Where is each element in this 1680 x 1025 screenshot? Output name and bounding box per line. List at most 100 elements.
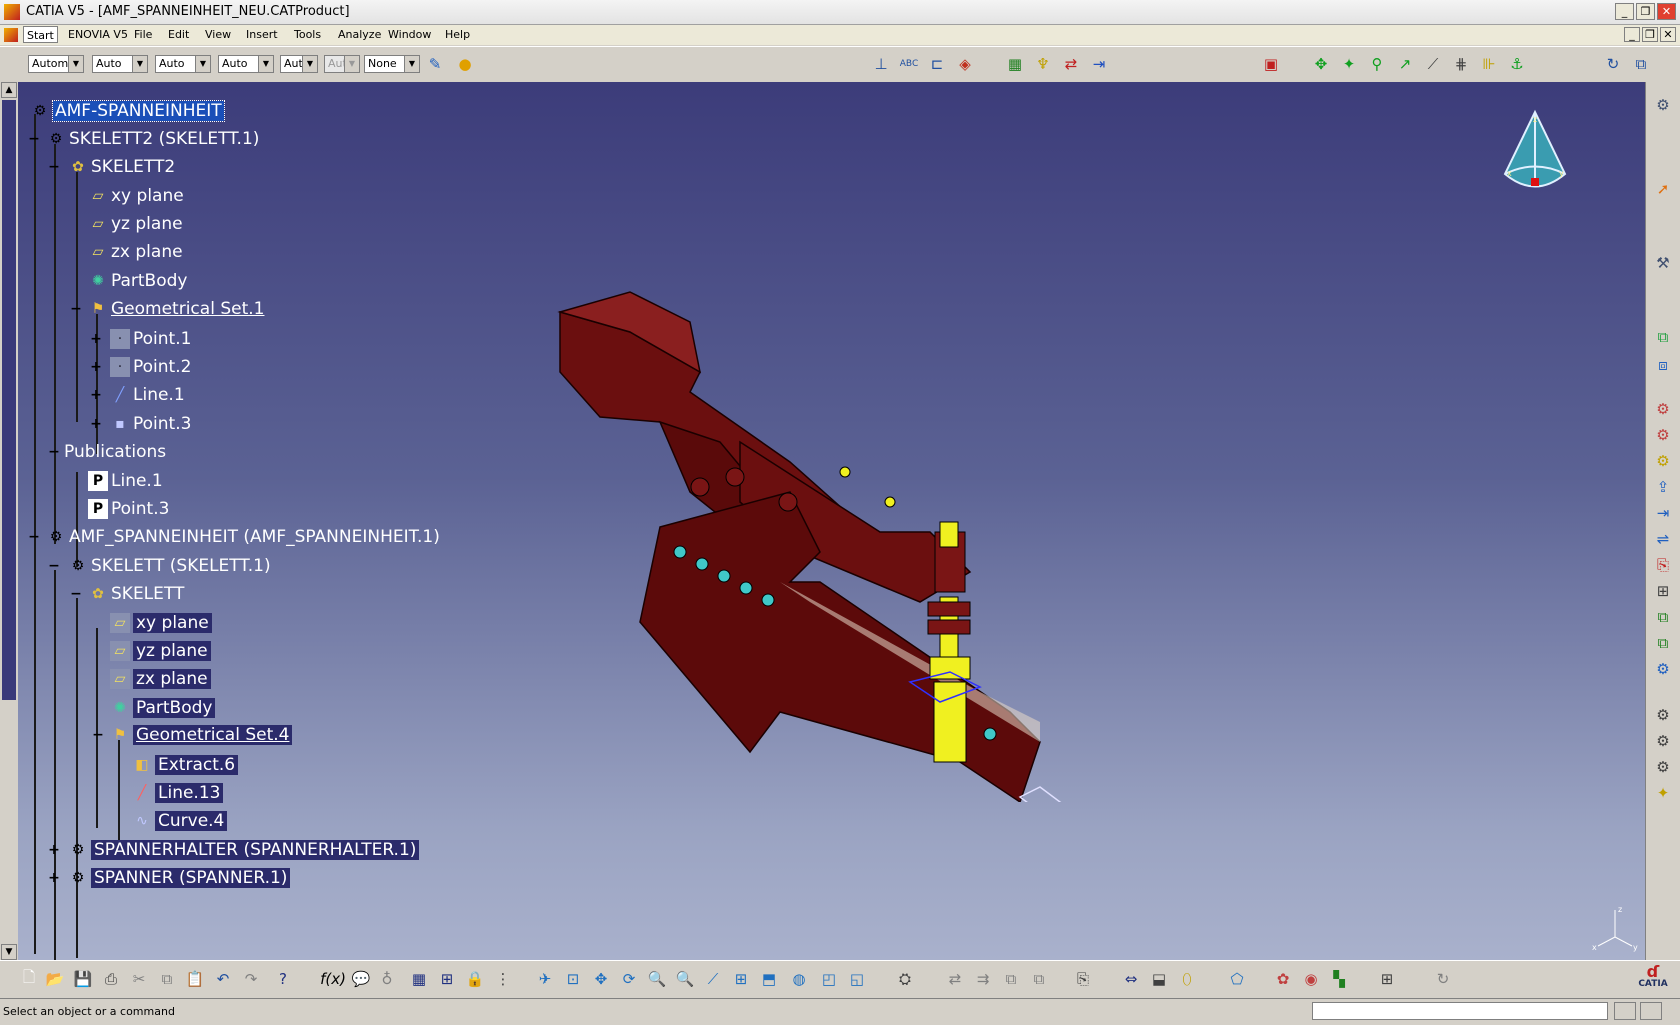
update-icon[interactable]: ↻	[1602, 53, 1624, 75]
status-button2-icon[interactable]	[1640, 1002, 1662, 1020]
explode-view-icon[interactable]: ⎘	[1072, 968, 1094, 990]
print-icon[interactable]: ⎙	[100, 968, 122, 990]
scroll-up-icon[interactable]: ▲	[1, 82, 17, 98]
open-icon[interactable]: 📂	[44, 968, 66, 990]
navigation-compass[interactable]: x y z	[1495, 104, 1575, 214]
formula-icon[interactable]: f(x)	[320, 968, 346, 990]
tree-node[interactable]: ✺ PartBody	[110, 697, 216, 719]
color-combo[interactable]: Automa ▼	[28, 55, 84, 73]
selective-load-icon[interactable]: ⇌	[1652, 528, 1674, 550]
tree-node[interactable]: ▱ zx plane	[110, 668, 211, 690]
copy-icon[interactable]: ⧉	[156, 968, 178, 990]
distance-icon[interactable]: ⇥	[1088, 53, 1110, 75]
point-type-combo[interactable]: Aut ▼	[280, 55, 318, 73]
tree-node[interactable]: ◧ Extract.6	[132, 754, 239, 776]
tree-node[interactable]: P Point.3	[88, 498, 169, 520]
fast-instantiation-icon[interactable]: ⧉	[1652, 606, 1674, 628]
power-input-field[interactable]	[1312, 1002, 1608, 1020]
eraser-icon[interactable]: ⬠	[1226, 968, 1248, 990]
line-thickness-combo[interactable]: Auto ▼	[155, 55, 211, 73]
clamp-3d-model[interactable]	[540, 242, 1100, 802]
simulation-icon[interactable]: ⛭	[894, 968, 916, 990]
snap-move-icon[interactable]: ✦	[1338, 53, 1360, 75]
fit-all-icon[interactable]: ⊡	[562, 968, 584, 990]
scroll-down-icon[interactable]: ▼	[1, 944, 17, 960]
constraint-offset-icon[interactable]: ⊪	[1478, 53, 1500, 75]
menu-start[interactable]: Start	[23, 26, 58, 43]
format-painter-icon[interactable]: ✎	[424, 53, 446, 75]
manipulate-icon[interactable]: ✥	[1310, 53, 1332, 75]
tree-node[interactable]: ⚙ AMF_SPANNEINHEIT (AMF_SPANNEINHEIT.1)	[46, 526, 440, 548]
expand-icon[interactable]: +	[90, 417, 102, 431]
restore-button[interactable]: ❐	[1636, 3, 1655, 20]
grid-snap-icon[interactable]: ⊞	[1376, 968, 1398, 990]
generate-numbering-icon[interactable]: ⇥	[1652, 502, 1674, 524]
comment-icon[interactable]: 💬	[350, 968, 372, 990]
tree-node[interactable]: ∿ Curve.4	[132, 810, 228, 832]
scroll-thumb[interactable]	[2, 100, 16, 700]
undo-icon[interactable]: ↶	[212, 968, 234, 990]
graph-tree-icon[interactable]: ⇪	[1652, 476, 1674, 498]
graphic-properties-icon[interactable]: ●	[454, 53, 476, 75]
replace-component-icon[interactable]: ⚙	[1652, 450, 1674, 472]
line-type-combo[interactable]: Auto ▼	[218, 55, 274, 73]
tree-node[interactable]: ▱ yz plane	[88, 213, 183, 235]
section-icon[interactable]: ⚙	[1652, 756, 1674, 778]
collapse-icon[interactable]: −	[48, 160, 60, 174]
menu-view[interactable]: View	[205, 28, 231, 41]
axis-system-icon[interactable]: ⊥	[870, 53, 892, 75]
collapse-icon[interactable]: −	[70, 302, 82, 316]
fly-mode-icon[interactable]: ✈	[534, 968, 556, 990]
transparency-combo[interactable]: Auto ▼	[92, 55, 148, 73]
pan-icon[interactable]: ✥	[590, 968, 612, 990]
tree-node[interactable]: ✿ SKELETT2	[68, 156, 175, 178]
flag-note-icon[interactable]: ⊏	[926, 53, 948, 75]
tree-node[interactable]: ▱ zx plane	[88, 241, 183, 263]
constraint-icon[interactable]: ♆	[1032, 53, 1054, 75]
tree-node[interactable]: ⚑ Geometrical Set.4	[110, 724, 293, 746]
collapse-icon[interactable]: −	[28, 132, 40, 146]
3d-annotation-icon[interactable]: ◈	[954, 53, 976, 75]
apply-material-icon[interactable]: ▚	[1328, 968, 1350, 990]
tree-node[interactable]: ⚙ SKELETT (SKELETT.1)	[68, 555, 271, 577]
cut-icon[interactable]: ✂	[128, 968, 150, 990]
grid-icon[interactable]: ▦	[1004, 53, 1026, 75]
tree-node[interactable]: ✿ SKELETT	[88, 583, 184, 605]
hide-show-icon[interactable]: ◰	[818, 968, 840, 990]
expand-icon[interactable]: +	[90, 332, 102, 346]
new-product-icon[interactable]: ⚙	[1652, 398, 1674, 420]
tree-node[interactable]: ▱ yz plane	[110, 640, 211, 662]
collapse-icon[interactable]: −	[28, 530, 40, 544]
constraint-contact-icon[interactable]: ⋕	[1450, 53, 1472, 75]
menu-edit[interactable]: Edit	[168, 28, 189, 41]
collapse-icon[interactable]: −	[48, 445, 60, 459]
tree-node[interactable]: ▪ Point.3	[110, 413, 191, 435]
constraint-coincidence-icon[interactable]: ⟋	[1422, 53, 1444, 75]
tree-node[interactable]: · Point.1	[110, 328, 191, 350]
product-structure-icon[interactable]: ⧉	[1630, 53, 1652, 75]
gear-icon[interactable]: ⚙	[1652, 94, 1674, 116]
refresh-icon[interactable]: ↻	[1432, 968, 1454, 990]
doc-minimize-button[interactable]: _	[1624, 27, 1640, 42]
material-icon[interactable]: ◉	[1300, 968, 1322, 990]
tree-node[interactable]: ╱ Line.13	[132, 782, 224, 804]
rotate-icon[interactable]: ⟳	[618, 968, 640, 990]
lock-icon[interactable]: 🔒	[464, 968, 486, 990]
menu-window[interactable]: Window	[388, 28, 431, 41]
tree-node[interactable]: ⚑ Geometrical Set.1	[88, 298, 265, 320]
tree-node[interactable]: P Line.1	[88, 470, 163, 492]
expand-icon[interactable]: +	[90, 388, 102, 402]
collapse-icon[interactable]: −	[92, 728, 104, 742]
collapse-icon[interactable]: −	[70, 587, 82, 601]
catalog-browser-icon[interactable]: ⋮	[492, 968, 514, 990]
reorder-icon[interactable]: ⧉	[1652, 632, 1674, 654]
layer-combo[interactable]: None ▼	[364, 55, 420, 73]
new-document-icon[interactable]: 🗋	[18, 968, 40, 990]
catalog-icon[interactable]: ▣	[1260, 53, 1282, 75]
menu-help[interactable]: Help	[445, 28, 470, 41]
expand-icon[interactable]: +	[48, 871, 60, 885]
tree-scrollbar[interactable]: ▲ ▼	[0, 82, 18, 960]
tree-node[interactable]: ▱ xy plane	[88, 185, 184, 207]
new-component-icon[interactable]: ⧈	[1652, 354, 1674, 376]
normal-view-icon[interactable]: ⟋	[702, 968, 724, 990]
